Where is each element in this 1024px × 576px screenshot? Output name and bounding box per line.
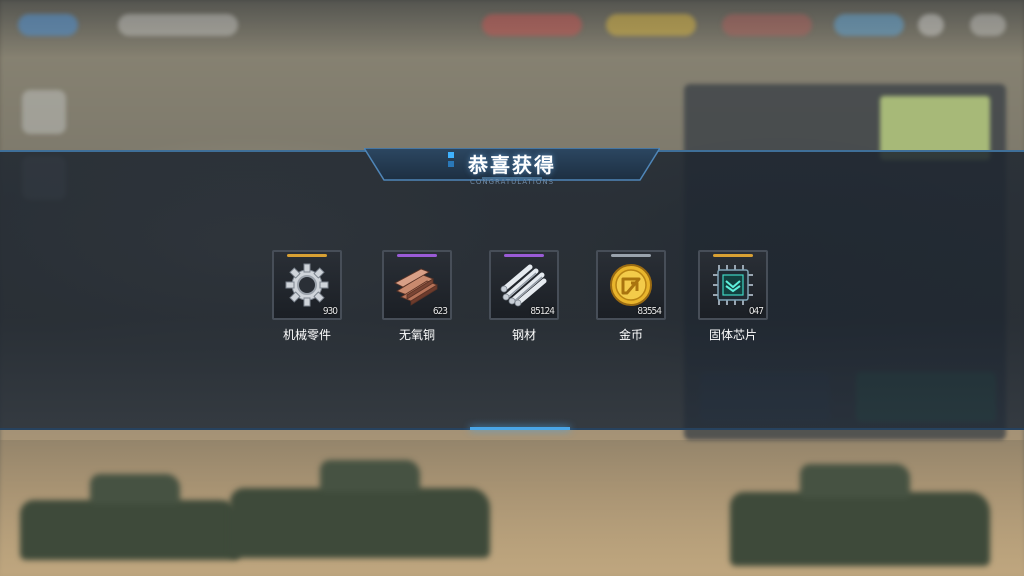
reward-count: 047	[748, 306, 764, 317]
reward-item[interactable]: 047 固体芯片	[698, 250, 768, 342]
copper-bars-icon	[394, 268, 438, 306]
dialog-title: 恭喜获得	[468, 153, 556, 177]
reward-count: 85124	[530, 306, 555, 317]
reward-slot[interactable]: 930	[272, 250, 342, 320]
reward-slot[interactable]: 83554	[596, 250, 666, 320]
reward-item[interactable]: 623 无氧铜	[382, 250, 452, 342]
reward-name: 金币	[618, 328, 643, 342]
rarity-bar	[287, 254, 327, 257]
reward-name: 钢材	[511, 328, 536, 342]
reward-slot[interactable]: 85124	[489, 250, 559, 320]
tank-silhouette	[230, 460, 490, 558]
side-menu-icon[interactable]	[22, 90, 66, 134]
gear-icon	[285, 263, 329, 307]
game-logo	[18, 14, 78, 36]
reward-slot[interactable]: 047	[698, 250, 768, 320]
reward-count: 83554	[637, 306, 662, 317]
reward-name: 固体芯片	[708, 328, 757, 342]
tank-silhouette	[20, 474, 240, 560]
resource-indicator[interactable]	[834, 14, 904, 36]
rarity-bar	[397, 254, 437, 257]
rarity-bar	[713, 254, 753, 257]
rarity-bar	[611, 254, 651, 257]
menu-icon[interactable]	[970, 14, 1006, 36]
tank-silhouette	[730, 464, 990, 566]
reward-item[interactable]: 85124 钢材	[489, 250, 559, 342]
reward-count: 623	[432, 306, 448, 317]
reward-item[interactable]: 930 机械零件	[272, 250, 342, 342]
dialog-subtitle: CONGRATULATIONS	[469, 178, 555, 186]
settings-icon[interactable]	[918, 14, 944, 36]
chip-icon	[713, 265, 753, 305]
reward-name: 机械零件	[282, 328, 331, 342]
resource-indicator[interactable]	[722, 14, 812, 36]
resource-indicator[interactable]	[482, 14, 582, 36]
reward-item[interactable]: 83554 金币	[596, 250, 666, 342]
top-bar	[0, 0, 1024, 58]
steel-rods-icon	[500, 264, 547, 307]
gold-coin-icon	[610, 264, 652, 306]
reward-slot[interactable]: 623	[382, 250, 452, 320]
mode-title-blurred	[118, 14, 238, 36]
rarity-bar	[504, 254, 544, 257]
reward-count: 930	[322, 306, 338, 317]
resource-indicator[interactable]	[606, 14, 696, 36]
dialog-title-plate: 恭喜获得 CONGRATULATIONS	[364, 148, 660, 186]
reward-name: 无氧铜	[398, 328, 435, 342]
